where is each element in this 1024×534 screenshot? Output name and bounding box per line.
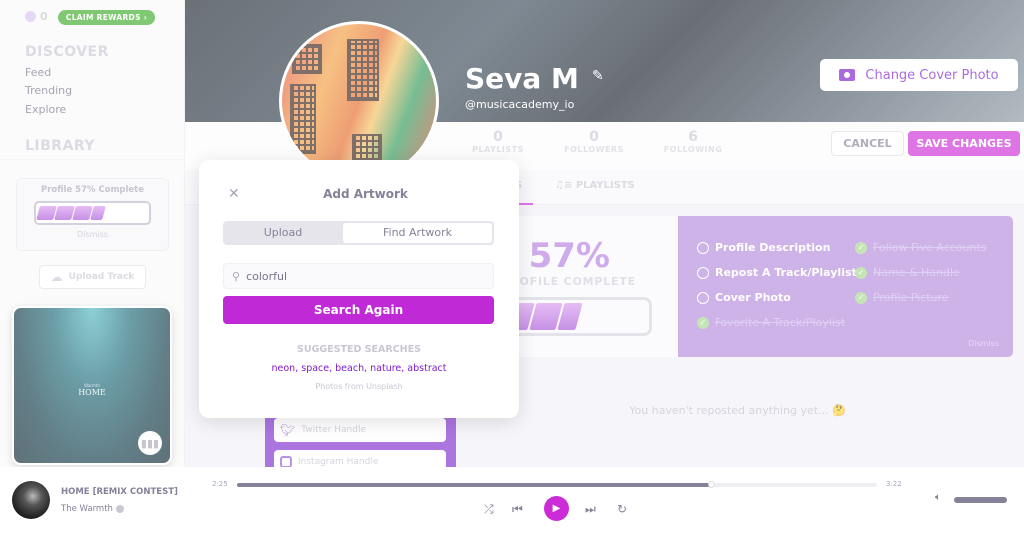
duration-time: 3:22 [886,480,902,488]
volume-icon[interactable]: 🔈︎ [935,492,941,503]
add-artwork-modal: ✕ Add Artwork Upload Find Artwork ⚲ color… [199,160,519,418]
elapsed-time: 2:25 [212,480,228,488]
repeat-icon[interactable]: ↻ [617,502,627,516]
artwork-search-input[interactable]: ⚲ colorful [223,263,494,289]
track-artist[interactable]: The Warmth [61,504,113,514]
shuffle-icon[interactable]: ⤮ [484,502,494,517]
search-again-button[interactable]: Search Again [223,296,494,324]
modal-title: Add Artwork [323,187,408,201]
track-thumbnail[interactable] [12,481,50,519]
seek-handle[interactable] [707,481,715,488]
playback-bar: HOME [REMIX CONTEST] The Warmth 2:25 3:2… [0,467,1024,534]
track-title[interactable]: HOME [REMIX CONTEST] [61,487,178,497]
suggested-searches-heading: SUGGESTED SEARCHES [297,344,421,355]
suggested-searches-links[interactable]: neon, space, beach, nature, abstract [199,363,519,374]
play-button[interactable]: ▶ [544,496,569,521]
previous-icon[interactable]: ⏮ [512,502,523,517]
play-icon: ▶ [552,503,561,514]
modal-tabs: Upload Find Artwork [223,221,494,245]
tab-find-artwork[interactable]: Find Artwork [343,223,492,243]
next-icon[interactable]: ⏭ [585,502,596,517]
verified-badge-icon [116,505,124,513]
seek-bar[interactable] [237,481,877,488]
seek-progress [237,483,711,487]
volume-slider[interactable] [954,497,1007,503]
tab-upload[interactable]: Upload [223,226,343,239]
unsplash-credit: Photos from Unsplash [315,382,403,391]
search-icon: ⚲ [232,269,241,283]
